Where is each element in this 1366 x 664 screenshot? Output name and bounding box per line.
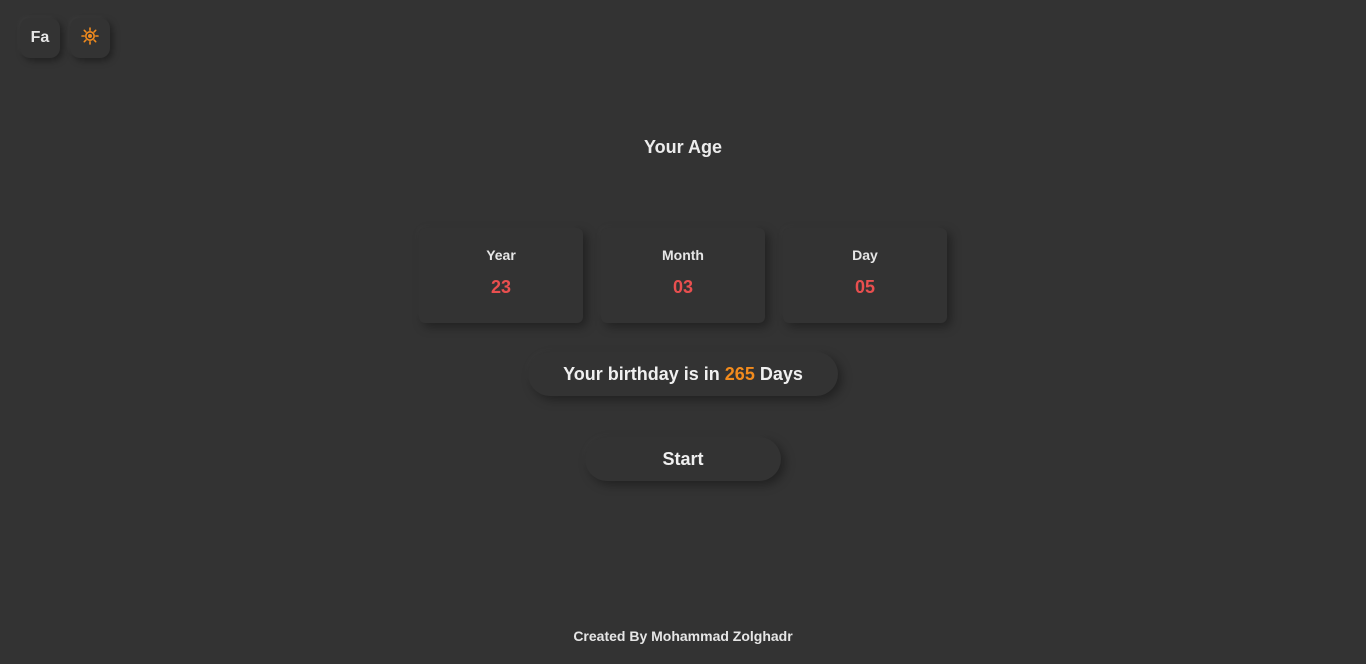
- month-card: Month 03: [601, 228, 765, 323]
- month-value: 03: [672, 277, 694, 297]
- year-label: Year: [486, 247, 516, 263]
- birthday-days-value: 265: [724, 363, 755, 384]
- top-controls: Fa: [20, 18, 110, 58]
- start-button[interactable]: Start: [585, 437, 781, 481]
- month-label: Month: [662, 247, 704, 263]
- theme-toggle-button[interactable]: [70, 18, 110, 58]
- day-label: Day: [852, 247, 878, 263]
- age-cards: Year 23 Month 03 Day 05: [419, 228, 947, 323]
- page-title: Your Age: [643, 137, 722, 157]
- footer-credit: Created By Mohammad Zolghadr: [573, 628, 793, 644]
- year-value: 23: [490, 277, 512, 297]
- year-card: Year 23: [419, 228, 583, 323]
- birthday-prefix: Your birthday is in: [563, 363, 725, 384]
- sun-icon: [81, 26, 99, 50]
- day-card: Day 05: [783, 228, 947, 323]
- day-value: 05: [854, 277, 876, 297]
- language-label: Fa: [30, 29, 50, 46]
- birthday-suffix: Days: [754, 363, 803, 384]
- language-toggle-button[interactable]: Fa: [20, 18, 60, 58]
- birthday-countdown: Your birthday is in 265 Days: [528, 352, 838, 396]
